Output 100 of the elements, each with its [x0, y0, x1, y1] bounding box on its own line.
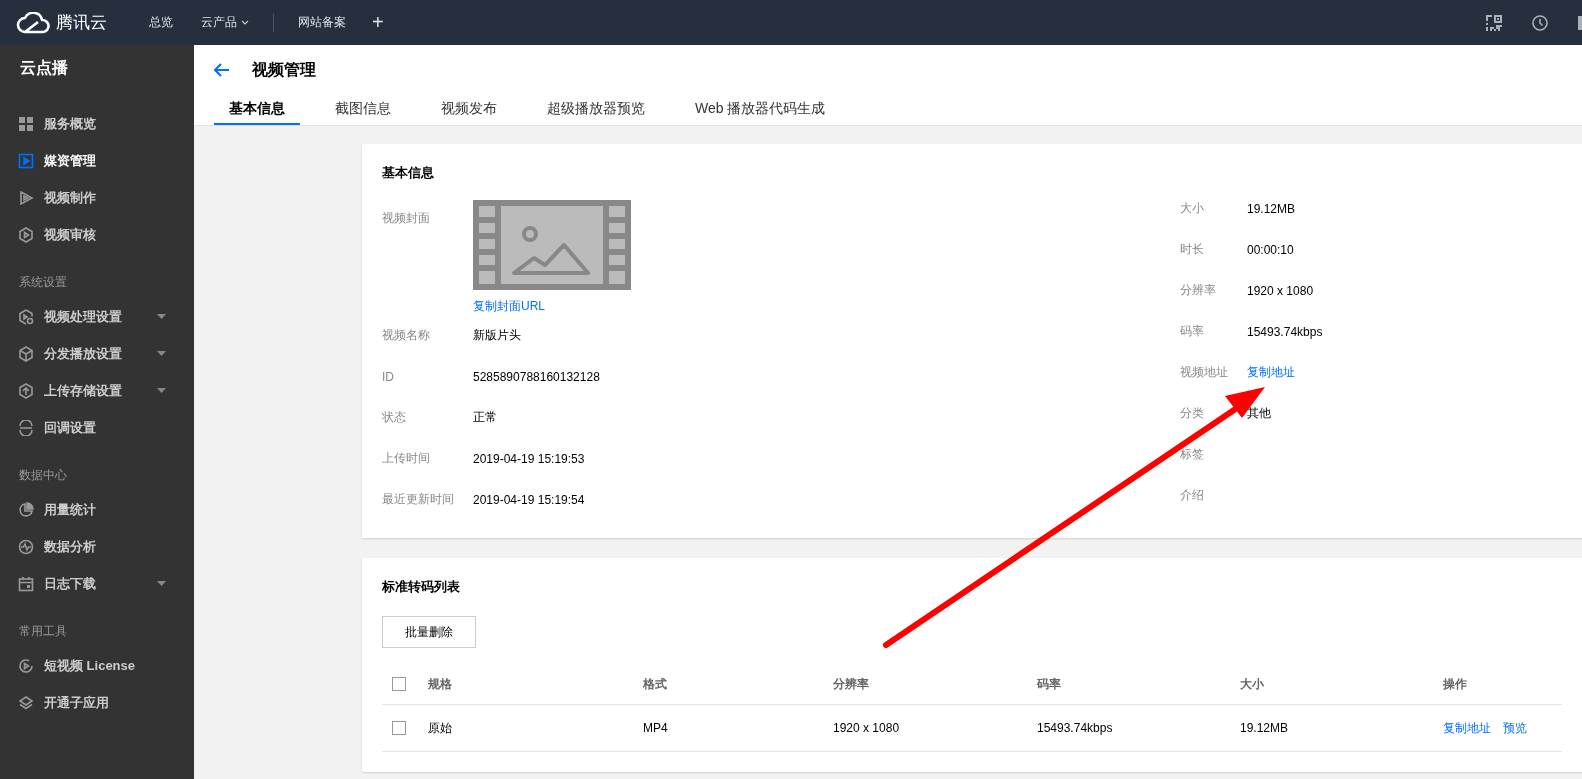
column-header: 大小 — [1240, 675, 1265, 693]
sidebar-item[interactable]: 短视频 License — [0, 647, 194, 684]
sidebar-item[interactable]: 媒资管理 — [0, 142, 194, 179]
action-link[interactable]: 复制地址 — [1443, 719, 1491, 737]
section-heading: 系统设置 — [18, 274, 68, 291]
sidebar-label: 视频制作 — [44, 188, 96, 207]
grid-icon — [18, 115, 34, 132]
toolbar-icon[interactable] — [1578, 15, 1582, 30]
action-link[interactable]: 预览 — [1503, 719, 1527, 737]
sidebar-item[interactable]: 分发播放设置 — [0, 335, 194, 372]
card-title: 基本信息 — [382, 164, 435, 182]
field-value: 19.12MB — [1247, 201, 1296, 216]
layers-icon — [18, 694, 34, 711]
field-label: 标签 — [1180, 446, 1205, 463]
tab[interactable]: 基本信息 — [214, 95, 300, 125]
field-label: 介绍 — [1180, 487, 1205, 504]
sidebar-item[interactable]: 视频制作 — [0, 179, 194, 216]
sidebar-label: 服务概览 — [44, 114, 96, 133]
video-thumbnail-icon — [473, 200, 631, 290]
back-arrow-icon[interactable] — [214, 63, 230, 77]
section-heading: 数据中心 — [18, 467, 68, 484]
sidebar-item[interactable]: 视频处理设置 — [0, 298, 194, 335]
sidebar-label: 用量统计 — [44, 500, 96, 519]
play-square-icon — [18, 152, 34, 169]
sync-icon — [18, 419, 34, 436]
section-heading: 常用工具 — [18, 623, 68, 640]
card-title: 标准转码列表 — [382, 578, 461, 596]
hexagon-play-icon — [18, 226, 34, 243]
checkbox[interactable] — [392, 677, 406, 691]
field-label: 最近更新时间 — [382, 491, 455, 508]
sidebar-label: 数据分析 — [44, 537, 96, 556]
checkbox[interactable] — [392, 721, 406, 735]
cube-icon — [18, 345, 34, 362]
sidebar-label: 短视频 License — [44, 656, 136, 675]
field-value: 2019-04-19 15:19:54 — [473, 492, 585, 507]
field-label: 视频封面 — [382, 210, 431, 227]
field-label: 时长 — [1180, 241, 1205, 258]
hexagon-upload-icon — [18, 382, 34, 399]
sidebar-label: 视频审核 — [44, 225, 96, 244]
page-title: 视频管理 — [252, 59, 316, 80]
qr-code-icon[interactable] — [1486, 14, 1502, 31]
field-value: 正常 — [473, 409, 497, 426]
field-label: 视频名称 — [382, 327, 431, 344]
column-header: 格式 — [643, 675, 668, 693]
sidebar-item[interactable]: 视频审核 — [0, 216, 194, 253]
tab[interactable]: 截图信息 — [320, 95, 406, 125]
field-label: 视频地址 — [1180, 364, 1229, 381]
nav-link[interactable]: 云产品 — [187, 14, 263, 31]
hexagon-gear-icon — [18, 308, 34, 325]
sidebar-item[interactable]: 回调设置 — [0, 409, 194, 446]
field-label: 分辨率 — [1180, 282, 1217, 299]
table-cell-text: 15493.74kbps — [1037, 721, 1114, 735]
sidebar-item[interactable]: 数据分析 — [0, 528, 194, 565]
table-cell-text: 原始 — [428, 719, 453, 737]
nav-link[interactable]: 网站备案 — [284, 14, 360, 31]
cloud-logo-icon[interactable] — [16, 11, 50, 34]
circle-play-icon — [18, 657, 34, 674]
batch-delete-button[interactable]: 批量删除 — [382, 616, 476, 648]
column-header: 分辨率 — [833, 675, 870, 693]
field-value: 新版片头 — [473, 327, 521, 344]
brand-name[interactable]: 腾讯云 — [56, 11, 107, 34]
nav-link[interactable]: 总览 — [135, 14, 187, 31]
sidebar-item[interactable]: 开通子应用 — [0, 684, 194, 721]
field-value: 2019-04-19 15:19:53 — [473, 451, 585, 466]
table-cell-text: MP4 — [643, 721, 669, 735]
copy-address-link[interactable]: 复制地址 — [1247, 364, 1295, 381]
field-value: 15493.74kbps — [1247, 324, 1323, 339]
add-button[interactable]: + — [360, 11, 396, 34]
table-cell-text: 1920 x 1080 — [833, 721, 901, 735]
sidebar-label: 日志下载 — [44, 574, 96, 593]
clock-icon[interactable] — [1532, 14, 1548, 31]
column-header: 码率 — [1037, 675, 1062, 693]
field-label: ID — [382, 369, 395, 384]
field-value: 其他 — [1247, 405, 1271, 422]
field-label: 上传时间 — [382, 450, 431, 467]
sidebar-item[interactable]: 日志下载 — [0, 565, 194, 602]
sidebar-label: 分发播放设置 — [44, 344, 122, 363]
sidebar-label: 回调设置 — [44, 418, 96, 437]
sidebar-label: 媒资管理 — [44, 151, 96, 170]
sidebar-label: 视频处理设置 — [44, 307, 122, 326]
sidebar-item[interactable]: 服务概览 — [0, 105, 194, 142]
product-title: 云点播 — [19, 58, 69, 78]
tab[interactable]: 超级播放器预览 — [532, 95, 660, 125]
play-triangle-icon — [18, 189, 34, 206]
copy-cover-url-link[interactable]: 复制封面URL — [473, 298, 631, 315]
tab[interactable]: Web 播放器代码生成 — [680, 95, 841, 125]
pie-chart-icon — [18, 501, 34, 518]
table-cell-text: 19.12MB — [1240, 721, 1290, 735]
pulse-icon — [18, 538, 34, 555]
calendar-icon — [18, 575, 34, 592]
field-label: 码率 — [1180, 323, 1205, 340]
tab[interactable]: 视频发布 — [426, 95, 512, 125]
sidebar-item[interactable]: 用量统计 — [0, 491, 194, 528]
sidebar-item[interactable]: 上传存储设置 — [0, 372, 194, 409]
field-value: 5285890788160132128 — [473, 369, 600, 384]
field-label: 大小 — [1180, 200, 1205, 217]
field-label: 分类 — [1180, 405, 1205, 422]
column-header: 规格 — [428, 675, 453, 693]
sidebar-label: 开通子应用 — [44, 693, 109, 712]
field-label: 状态 — [382, 409, 407, 426]
